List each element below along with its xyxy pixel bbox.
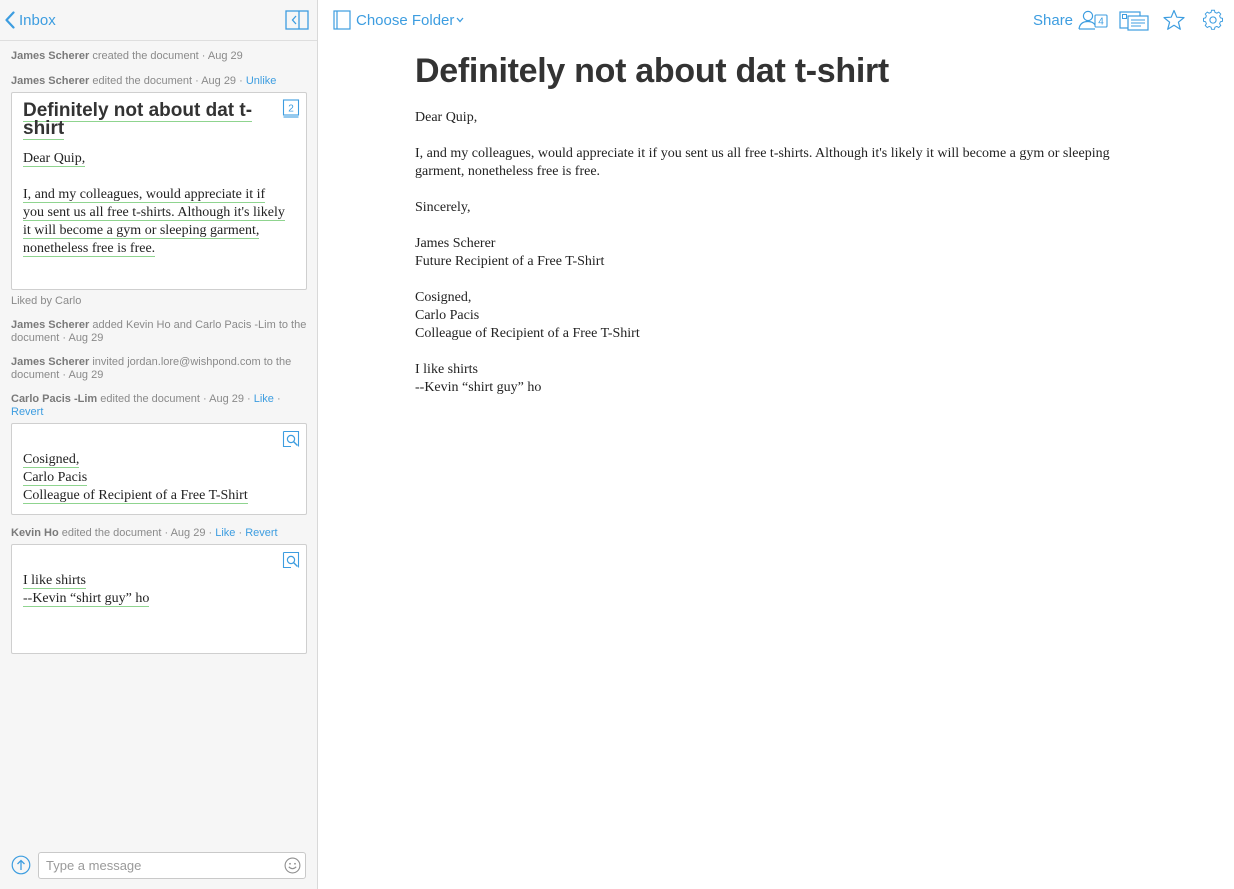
event-author[interactable]: Kevin Ho [11, 527, 59, 539]
card-line: you sent us all free t-shirts. Although … [23, 205, 285, 221]
event-separator: · [273, 393, 281, 405]
edit-card[interactable]: Cosigned, Carlo Pacis Colleague of Recip… [11, 423, 307, 515]
doc-line: Colleague of Recipient of a Free T-Shirt [415, 326, 640, 341]
activity-event: Kevin Ho edited the document · Aug 29 · … [11, 527, 307, 540]
message-composer [0, 849, 317, 885]
share-button[interactable]: Share 4 [1033, 9, 1109, 31]
view-diff-icon[interactable] [282, 430, 300, 448]
folder-icon [333, 10, 351, 30]
card-line: --Kevin “shirt guy” ho [23, 591, 150, 607]
gear-icon[interactable] [1201, 9, 1225, 31]
chevron-down-icon [456, 17, 464, 23]
like-link[interactable]: Like [215, 527, 235, 539]
inbox-back-label: Inbox [19, 11, 56, 29]
activity-feed: James Scherer created the document · Aug… [11, 50, 307, 654]
unlike-link[interactable]: Unlike [246, 75, 277, 87]
card-line: Carlo Pacis [23, 470, 88, 486]
doc-line: Carlo Pacis [415, 308, 480, 323]
event-text: edited the document · Aug 29 · [58, 527, 216, 539]
doc-line: --Kevin “shirt guy” ho [415, 380, 542, 395]
doc-line: Cosigned, [415, 290, 472, 305]
document-body[interactable]: Dear Quip, I, and my colleagues, would a… [415, 109, 1155, 397]
event-text: created the document · Aug 29 [89, 50, 243, 62]
revision-count-badge: 2 [288, 104, 294, 115]
doc-line: garment, nonetheless free is free. [415, 164, 601, 179]
edit-card[interactable]: I like shirts --Kevin “shirt guy” ho [11, 544, 307, 654]
card-doc-title: Definitely not about dat t- shirt [23, 100, 306, 140]
activity-event: James Scherer invited jordan.lore@wishpo… [11, 356, 307, 382]
card-line: it will become a gym or sleeping garment… [23, 223, 260, 239]
doc-line: Dear Quip, [415, 110, 478, 125]
card-title-line: shirt [23, 118, 65, 140]
event-author[interactable]: Carlo Pacis -Lim [11, 393, 97, 405]
event-text: edited the document · Aug 29 · [89, 75, 246, 87]
revert-link[interactable]: Revert [11, 406, 43, 418]
choose-folder-button[interactable]: Choose Folder [333, 9, 464, 31]
emoji-icon[interactable] [284, 857, 301, 874]
choose-folder-label: Choose Folder [356, 11, 455, 29]
collapse-sidebar-icon[interactable] [285, 10, 309, 30]
view-diff-icon[interactable] [282, 551, 300, 569]
doc-line: I, and my colleagues, would appreciate i… [415, 146, 1110, 161]
conversation-sidebar: Inbox James Scherer created the document… [0, 0, 318, 889]
like-link[interactable]: Like [254, 393, 274, 405]
card-line: nonetheless free is free. [23, 241, 156, 257]
document-title[interactable]: Definitely not about dat t-shirt [415, 51, 1155, 91]
event-text: edited the document · Aug 29 · [97, 393, 254, 405]
doc-line: James Scherer [415, 236, 496, 251]
event-author[interactable]: James Scherer [11, 50, 89, 62]
document-editor[interactable]: Definitely not about dat t-shirt Dear Qu… [415, 51, 1155, 397]
revision-count-icon[interactable]: 2 [282, 99, 300, 119]
doc-line: Future Recipient of a Free T-Shirt [415, 254, 605, 269]
revert-link[interactable]: Revert [245, 527, 277, 539]
card-line: Colleague of Recipient of a Free T-Shirt [23, 488, 248, 504]
card-line: I like shirts [23, 573, 86, 589]
people-icon: 4 [1078, 10, 1108, 30]
document-toolbar: Choose Folder Share 4 [319, 0, 1234, 41]
doc-line: Sincerely, [415, 200, 471, 215]
card-line: I, and my colleagues, would appreciate i… [23, 187, 266, 203]
card-line: Cosigned, [23, 452, 80, 468]
activity-event: James Scherer edited the document · Aug … [11, 75, 307, 88]
chevron-left-icon [5, 11, 15, 29]
liked-by-note: Liked by Carlo [11, 295, 82, 307]
share-label: Share [1033, 11, 1074, 29]
event-separator: · [235, 527, 246, 539]
doc-outline-icon[interactable] [1119, 9, 1149, 31]
activity-event: Carlo Pacis -Lim edited the document · A… [11, 393, 307, 419]
member-count: 4 [1098, 17, 1104, 28]
event-author[interactable]: James Scherer [11, 75, 89, 87]
doc-line: I like shirts [415, 362, 478, 377]
message-input[interactable] [38, 852, 306, 879]
event-author[interactable]: James Scherer [11, 356, 89, 368]
card-line [23, 168, 306, 186]
activity-event: James Scherer added Kevin Ho and Carlo P… [11, 319, 307, 345]
inbox-back-button[interactable]: Inbox [5, 10, 56, 30]
star-icon[interactable] [1162, 9, 1186, 31]
card-line: Dear Quip, [23, 151, 86, 167]
activity-event: James Scherer created the document · Aug… [11, 50, 307, 63]
event-author[interactable]: James Scherer [11, 319, 89, 331]
sidebar-header: Inbox [0, 0, 317, 41]
edit-card[interactable]: Definitely not about dat t- shirt Dear Q… [11, 92, 307, 290]
send-icon[interactable] [11, 855, 31, 875]
